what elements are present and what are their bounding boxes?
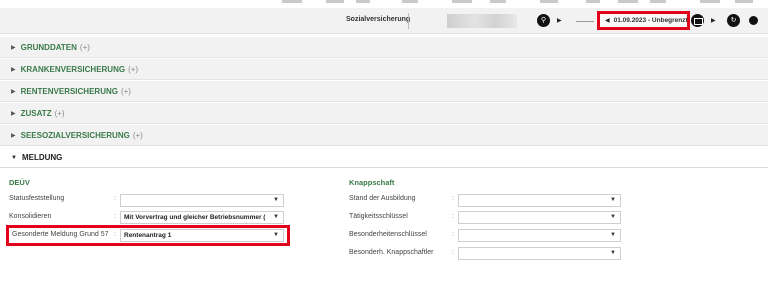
context-label: Sozialversicherung	[346, 16, 411, 23]
calendar-icon[interactable]	[691, 14, 704, 27]
konsolidieren-label: Konsolidieren	[9, 213, 52, 220]
next-arrow-icon[interactable]: ▶	[557, 17, 562, 24]
section-plus: (+)	[132, 131, 143, 140]
triangle-down-icon: ▼	[11, 155, 17, 161]
section-plus: (+)	[128, 65, 139, 74]
field-separator: :	[114, 213, 116, 220]
section-krankenversicherung[interactable]: ▶ KRANKENVERSICHERUNG (+)	[0, 59, 768, 80]
chevron-down-icon: ▼	[271, 195, 279, 206]
besonderheitenschluessel-select[interactable]: ▼	[458, 229, 621, 242]
section-zusatz[interactable]: ▶ ZUSATZ (+)	[0, 103, 768, 124]
chevron-down-icon: ▼	[608, 195, 616, 206]
taetigkeitsschluessel-label: Tätigkeitsschlüssel	[349, 213, 408, 220]
section-rentenversicherung[interactable]: ▶ RENTENVERSICHERUNG (+)	[0, 81, 768, 102]
field-separator: :	[452, 195, 454, 202]
context-toolbar: Sozialversicherung ⚲ ▶ ◀ 01.09.2023 - Unb…	[0, 8, 768, 34]
field-separator: :	[452, 249, 454, 256]
toolbar-dash	[576, 21, 594, 22]
section-seesozialversicherung[interactable]: ▶ SEESOZIALVERSICHERUNG (+)	[0, 125, 768, 146]
triangle-right-icon: ▶	[11, 111, 16, 117]
section-title: MELDUNG	[21, 153, 63, 162]
redacted-field	[447, 14, 517, 28]
triangle-right-icon: ▶	[11, 67, 16, 73]
chevron-down-icon: ▼	[271, 212, 279, 223]
toolbar-divider	[408, 13, 409, 29]
select-value: Mit Vorvertrag und gleicher Betriebsnumm…	[124, 214, 266, 221]
field-separator: :	[452, 231, 454, 238]
search-icon[interactable]: ⚲	[537, 14, 550, 27]
besonderh-knappschaftler-label: Besonderh. Knappschaftler	[349, 249, 434, 256]
section-plus: (+)	[79, 43, 90, 52]
chevron-down-icon: ▼	[608, 230, 616, 241]
group-title-knappschaft: Knappschaft	[349, 178, 395, 187]
highlight-box	[6, 225, 290, 246]
konsolidieren-select[interactable]: Mit Vorvertrag und gleicher Betriebsnumm…	[120, 211, 284, 224]
section-meldung[interactable]: ▼ MELDUNG	[0, 147, 768, 168]
besonderh-knappschaftler-select[interactable]: ▼	[458, 247, 621, 260]
field-separator: :	[452, 213, 454, 220]
status-dot-icon	[749, 16, 758, 25]
stand-ausbildung-label: Stand der Ausbildung	[349, 195, 416, 202]
section-grunddaten[interactable]: ▶ GRUNDDATEN (+)	[0, 37, 768, 58]
field-separator: :	[114, 195, 116, 202]
section-title: KRANKENVERSICHERUNG	[20, 65, 126, 74]
period-selector[interactable]: ◀ 01.09.2023 - Unbegrenzt	[597, 11, 690, 30]
statusfeststellung-label: Statusfeststellung	[9, 195, 65, 202]
period-value: 01.09.2023 - Unbegrenzt	[613, 17, 688, 24]
chevron-down-icon: ▼	[608, 212, 616, 223]
stand-ausbildung-select[interactable]: ▼	[458, 194, 621, 207]
section-title: GRUNDDATEN	[20, 43, 77, 52]
group-title-deuev: DEÜV	[9, 178, 30, 187]
section-plus: (+)	[54, 109, 65, 118]
next-period-icon[interactable]: ▶	[711, 17, 716, 24]
besonderheitenschluessel-label: Besonderheitenschlüssel	[349, 231, 427, 238]
section-title: SEESOZIALVERSICHERUNG	[20, 131, 130, 140]
chevron-down-icon: ▼	[608, 248, 616, 259]
section-title: RENTENVERSICHERUNG	[20, 87, 118, 96]
section-plus: (+)	[120, 87, 131, 96]
triangle-right-icon: ▶	[11, 45, 16, 51]
taetigkeitsschluessel-select[interactable]: ▼	[458, 211, 621, 224]
previous-period-icon[interactable]: ◀	[605, 18, 610, 24]
triangle-right-icon: ▶	[11, 89, 16, 95]
top-toolbar-strip	[0, 0, 768, 4]
refresh-icon[interactable]: ↻	[727, 14, 740, 27]
statusfeststellung-select[interactable]: ▼	[120, 194, 284, 207]
section-title: ZUSATZ	[20, 109, 52, 118]
triangle-right-icon: ▶	[11, 133, 16, 139]
